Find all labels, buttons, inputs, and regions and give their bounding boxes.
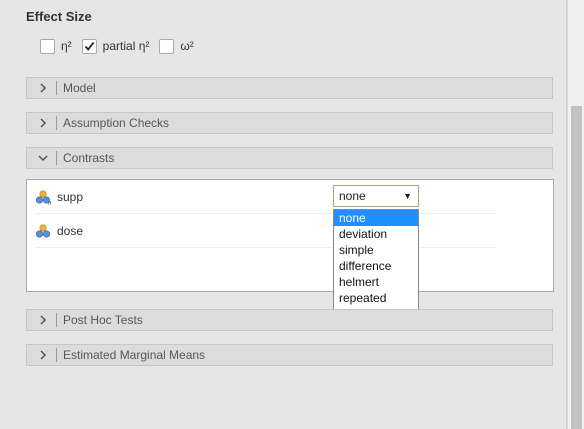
chevron-right-icon [36, 315, 50, 325]
contrast-type-value: none [339, 189, 366, 203]
dropdown-option-deviation[interactable]: deviation [334, 226, 418, 242]
checkmark-icon [84, 41, 94, 51]
post-hoc-section-header[interactable]: Post Hoc Tests [26, 309, 553, 331]
variable-name: supp [57, 189, 84, 204]
partial-eta-squared-option[interactable]: partial η² [81, 38, 150, 54]
assumption-checks-section-label: Assumption Checks [63, 116, 170, 130]
dropdown-option-simple[interactable]: simple [334, 242, 418, 258]
variable-name: dose [57, 223, 84, 238]
divider [56, 81, 57, 95]
divider [56, 116, 57, 130]
marginal-means-section-header[interactable]: Estimated Marginal Means [26, 344, 553, 366]
chevron-right-icon [36, 118, 50, 128]
assumption-checks-section-header[interactable]: Assumption Checks [26, 112, 553, 134]
scrollbar-thumb[interactable] [571, 106, 582, 429]
omega-squared-option[interactable]: ω² [159, 38, 194, 54]
dropdown-arrow-icon: ▼ [403, 191, 412, 201]
effect-size-options: η² partial η² ω² [40, 38, 204, 54]
dropdown-option-none[interactable]: none [334, 210, 418, 226]
contrasts-section-header[interactable]: Contrasts [26, 147, 553, 169]
contrasts-section-label: Contrasts [63, 151, 115, 165]
eta-squared-label: η² [61, 39, 72, 53]
chevron-right-icon [36, 83, 50, 93]
svg-text:a: a [48, 200, 51, 205]
post-hoc-section-label: Post Hoc Tests [63, 313, 143, 327]
chevron-right-icon [36, 350, 50, 360]
chevron-down-icon [36, 154, 50, 162]
omega-squared-checkbox[interactable] [159, 38, 175, 54]
contrast-row-dose[interactable]: dose [35, 214, 497, 248]
omega-squared-label: ω² [180, 39, 194, 53]
contrast-type-select[interactable]: none ▼ [333, 185, 419, 207]
model-section-header[interactable]: Model [26, 77, 553, 99]
dropdown-option-repeated[interactable]: repeated [334, 290, 418, 306]
dropdown-option-difference[interactable]: difference [334, 258, 418, 274]
contrasts-list: a supp dose [26, 179, 554, 292]
eta-squared-checkbox[interactable] [40, 38, 55, 54]
contrast-type-dropdown: none deviation simple difference helmert… [333, 209, 419, 323]
eta-squared-option[interactable]: η² [40, 38, 72, 54]
divider [56, 151, 57, 165]
nominal-variable-icon: a [35, 189, 51, 205]
contrast-row-supp[interactable]: a supp [35, 180, 497, 214]
vertical-scrollbar[interactable] [567, 0, 584, 429]
marginal-means-section-label: Estimated Marginal Means [63, 348, 206, 362]
effect-size-title: Effect Size [26, 9, 92, 24]
dropdown-option-helmert[interactable]: helmert [334, 274, 418, 290]
partial-eta-squared-checkbox[interactable] [81, 38, 97, 54]
partial-eta-squared-label: partial η² [102, 39, 150, 53]
divider [56, 313, 57, 327]
model-section-label: Model [63, 81, 96, 95]
options-panel: Effect Size η² partial η² ω² Model Assum… [0, 0, 567, 429]
nominal-variable-icon [35, 223, 51, 238]
divider [56, 348, 57, 362]
